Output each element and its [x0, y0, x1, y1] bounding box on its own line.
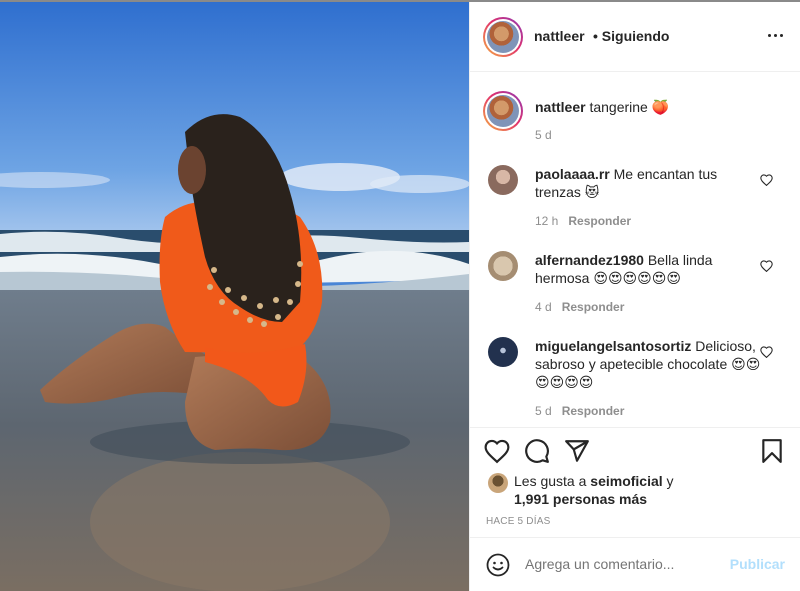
comment-like-icon[interactable] [760, 174, 773, 186]
follow-status[interactable]: • Siguiendo [593, 28, 669, 44]
comment-meta: 5 d Responder [535, 404, 624, 418]
comment-meta: 4 d Responder [535, 300, 624, 314]
heart-icon[interactable] [484, 438, 510, 464]
author-avatar[interactable] [483, 17, 523, 57]
comment-body: alfernandez1980 Bella linda hermosa 😍😍😍😍… [535, 251, 765, 287]
comment-time[interactable]: 4 d [535, 300, 552, 314]
comment-username[interactable]: paolaaaa.rr [535, 166, 610, 182]
caption-timestamp[interactable]: 5 d [535, 128, 552, 142]
comment-icon[interactable] [524, 438, 550, 464]
likes-others[interactable]: 1,991 personas más [514, 491, 647, 507]
post-photo[interactable] [0, 2, 469, 591]
likes-connector: y [666, 473, 674, 489]
likes-prefix: Les gusta a [514, 473, 587, 489]
beach-photo [0, 2, 469, 591]
emoji-icon[interactable] [486, 553, 510, 577]
comment-like-icon[interactable] [760, 346, 773, 358]
caption-username[interactable]: nattleer [535, 99, 586, 115]
comment-body: miguelangelsantosortiz Delicioso, sabros… [535, 337, 765, 391]
comment-avatar[interactable] [488, 165, 518, 195]
more-options-icon[interactable] [767, 26, 785, 44]
comment-like-icon[interactable] [760, 260, 773, 272]
likes-user[interactable]: seimoficial [590, 473, 662, 489]
comment-meta: 12 h Responder [535, 214, 631, 228]
comment-time[interactable]: 5 d [535, 404, 552, 418]
comment-input[interactable] [525, 556, 715, 572]
comment-avatar[interactable] [488, 251, 518, 281]
share-icon[interactable] [564, 438, 590, 464]
caption: nattleer tangerine 🍑 [535, 98, 775, 116]
liker-avatar[interactable] [488, 473, 508, 493]
comments-list: nattleer tangerine 🍑 5 d paolaaaa.rr Me … [470, 73, 800, 427]
post-side-panel: nattleer • Siguiendo nattleer tangerine … [469, 2, 800, 591]
likes-summary: Les gusta a seimoficial y 1,991 personas… [514, 472, 784, 508]
comment-time[interactable]: 12 h [535, 214, 558, 228]
reply-button[interactable]: Responder [562, 300, 625, 314]
bookmark-icon[interactable] [759, 438, 785, 464]
publish-button[interactable]: Publicar [730, 556, 785, 572]
add-comment-bar: Publicar [470, 537, 800, 591]
comment-username[interactable]: miguelangelsantosortiz [535, 338, 691, 354]
caption-avatar[interactable] [483, 91, 523, 131]
author-username[interactable]: nattleer [534, 28, 585, 44]
comment-username[interactable]: alfernandez1980 [535, 252, 644, 268]
post-header: nattleer • Siguiendo [470, 2, 800, 72]
reply-button[interactable]: Responder [568, 214, 631, 228]
post-modal: nattleer • Siguiendo nattleer tangerine … [0, 2, 800, 591]
comment-avatar[interactable] [488, 337, 518, 367]
post-actions: Les gusta a seimoficial y 1,991 personas… [470, 427, 800, 551]
reply-button[interactable]: Responder [562, 404, 625, 418]
post-age[interactable]: HACE 5 DÍAS [486, 516, 550, 527]
caption-text: tangerine 🍑 [589, 99, 670, 115]
comment-body: paolaaaa.rr Me encantan tus trenzas 😻 [535, 165, 765, 201]
